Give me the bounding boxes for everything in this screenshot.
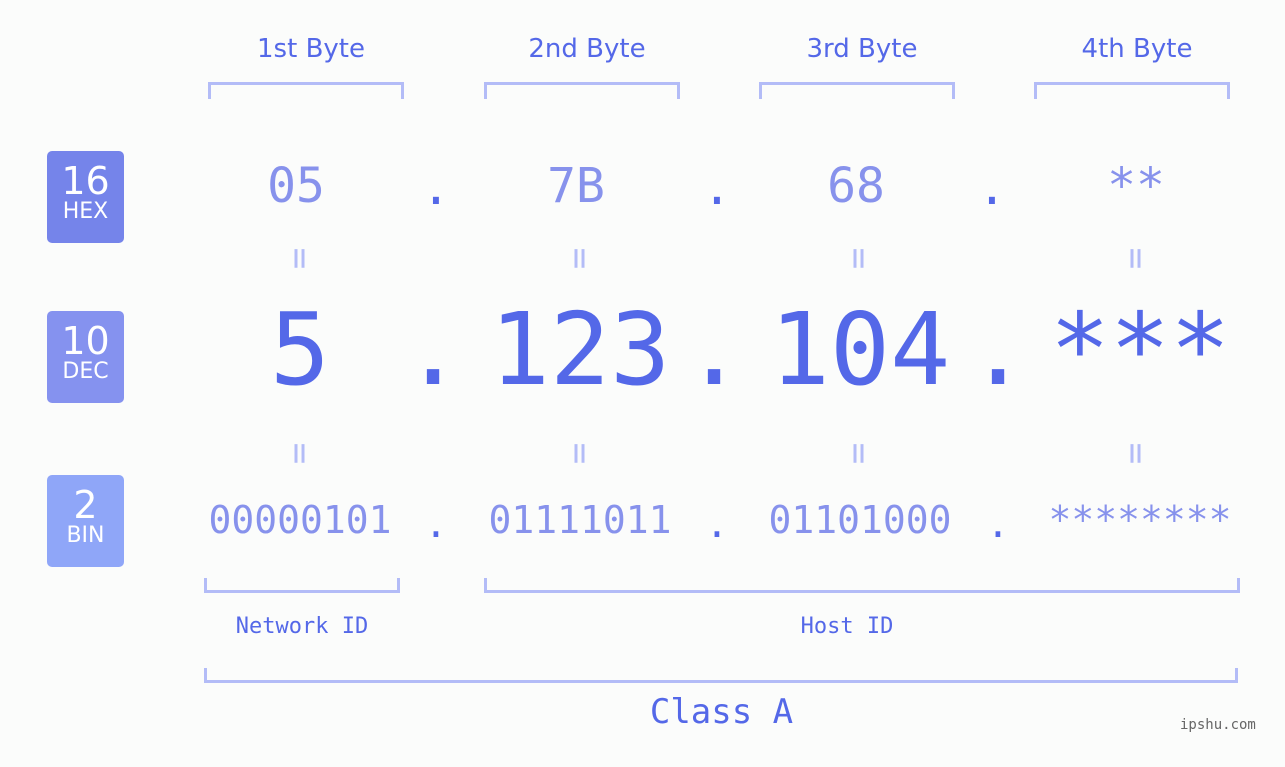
equals-sign: = [1115,247,1157,270]
bin-dot-3: . [986,502,1010,546]
bin-value-2: 01111011 [488,498,672,542]
bin-value-3: 01101000 [768,498,952,542]
byte-bracket-1 [208,82,404,99]
dec-dot-1: . [403,291,464,408]
bin-badge: 2 BIN [47,475,124,567]
dec-dot-3: . [968,291,1029,408]
dec-badge-number: 10 [61,319,110,363]
class-bracket [204,668,1238,683]
bin-value-1: 00000101 [208,498,392,542]
hex-dot-1: . [421,160,451,216]
byte-bracket-3 [759,82,955,99]
bin-badge-label: BIN [66,523,105,548]
byte-bracket-2 [484,82,680,99]
dec-value-2: 123 [489,291,671,408]
hex-value-4: ** [1107,158,1165,214]
watermark: ipshu.com [1180,717,1256,733]
hex-badge: 16 HEX [47,151,124,243]
byte-bracket-4 [1034,82,1230,99]
byte-label-2: 2nd Byte [528,34,646,64]
host-id-label: Host ID [800,614,894,639]
hex-dot-2: . [702,160,732,216]
hex-value-2: 7B [547,158,605,214]
dec-badge: 10 DEC [47,311,124,403]
hex-badge-label: HEX [62,199,109,224]
network-id-label: Network ID [235,614,369,639]
equals-sign: = [1115,442,1157,465]
hex-dot-3: . [977,160,1007,216]
hex-badge-number: 16 [61,159,110,203]
byte-label-3: 3rd Byte [806,34,918,64]
bin-value-4: ******** [1048,498,1232,542]
hex-value-3: 68 [827,158,885,214]
equals-sign: = [559,442,601,465]
byte-label-4: 4th Byte [1081,34,1193,64]
host-id-bracket [484,578,1240,593]
equals-sign: = [838,442,880,465]
bin-dot-1: . [424,502,448,546]
dec-value-3: 104 [769,291,951,408]
dec-value-1: 5 [269,291,331,408]
network-id-bracket [204,578,400,593]
class-label: Class A [649,692,794,732]
bin-badge-number: 2 [73,483,98,527]
equals-sign: = [279,247,321,270]
dec-value-4: *** [1049,291,1231,408]
hex-value-1: 05 [267,158,325,214]
byte-label-1: 1st Byte [257,34,365,64]
dec-dot-2: . [684,291,745,408]
equals-sign: = [559,247,601,270]
dec-badge-label: DEC [62,359,109,384]
equals-sign: = [838,247,880,270]
equals-sign: = [279,442,321,465]
bin-dot-2: . [705,502,729,546]
